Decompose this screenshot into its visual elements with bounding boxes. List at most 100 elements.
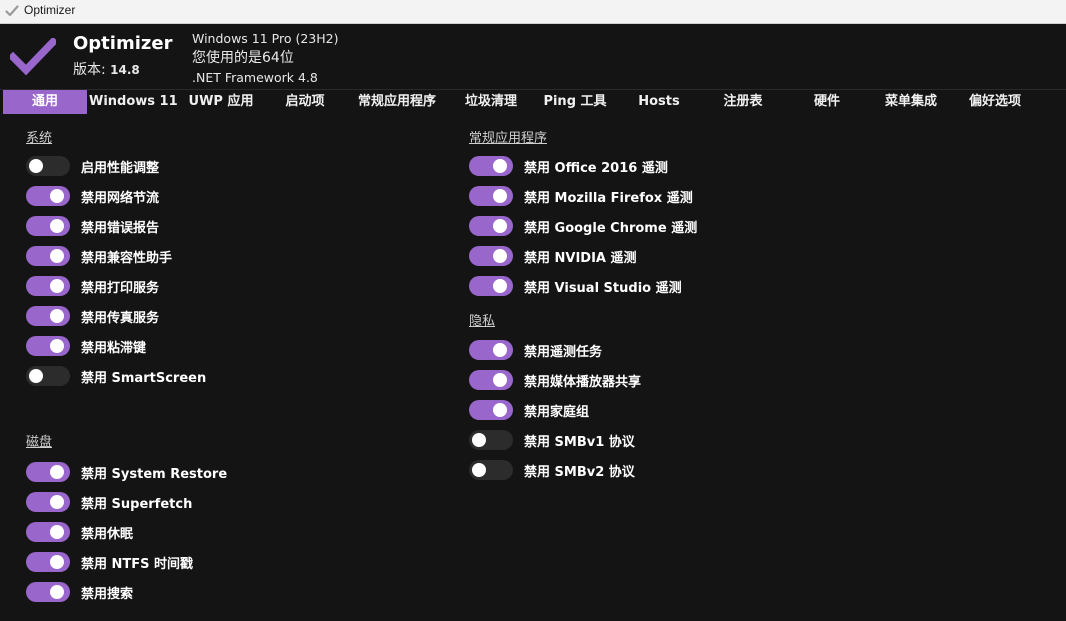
toggle-knob	[29, 369, 43, 383]
toggle-knob	[493, 219, 507, 233]
option-disable-media-player-sharing: 禁用媒体播放器共享	[469, 369, 641, 391]
section-title-disk: 磁盘	[26, 435, 53, 450]
option-disable-telemetry-tasks: 禁用遥测任务	[469, 339, 602, 361]
toggle-knob	[50, 465, 64, 479]
toggle-switch[interactable]	[26, 276, 70, 296]
option-enable-performance-tweaks: 启用性能调整	[26, 155, 159, 177]
app-name: Optimizer	[73, 33, 173, 54]
toggle-switch[interactable]	[26, 366, 70, 386]
option-label: 禁用 Google Chrome 遥测	[524, 220, 698, 236]
tab-cleaner[interactable]: 垃圾清理	[452, 90, 530, 114]
option-disable-smartscreen: 禁用 SmartScreen	[26, 365, 206, 387]
toggle-switch[interactable]	[469, 216, 513, 236]
toggle-switch[interactable]	[469, 276, 513, 296]
tab-startup[interactable]: 启动项	[266, 90, 344, 114]
section-title-system: 系统	[26, 131, 53, 146]
toggle-knob	[50, 555, 64, 569]
option-label: 禁用网络节流	[81, 190, 160, 206]
checkmark-app-icon	[5, 5, 19, 17]
option-label: 禁用媒体播放器共享	[524, 374, 642, 390]
option-label: 禁用错误报告	[81, 220, 160, 236]
option-disable-chrome-telemetry: 禁用 Google Chrome 遥测	[469, 215, 697, 237]
version-value: 14.8	[110, 63, 140, 77]
option-disable-nvidia-telemetry: 禁用 NVIDIA 遥测	[469, 245, 637, 267]
option-label: 禁用休眠	[81, 526, 134, 542]
option-label: 禁用 Visual Studio 遥测	[524, 280, 682, 296]
toggle-knob	[50, 219, 64, 233]
option-disable-office-telemetry: 禁用 Office 2016 遥测	[469, 155, 668, 177]
toggle-knob	[50, 279, 64, 293]
toggle-knob	[50, 339, 64, 353]
tab-uwp-apps[interactable]: UWP 应用	[177, 90, 265, 114]
toggle-knob	[29, 159, 43, 173]
toggle-switch[interactable]	[26, 216, 70, 236]
tab-menu-integration[interactable]: 菜单集成	[871, 90, 951, 114]
option-label: 禁用 Office 2016 遥测	[524, 160, 668, 176]
option-disable-smbv1: 禁用 SMBv1 协议	[469, 429, 635, 451]
tab-preferences[interactable]: 偏好选项	[956, 90, 1034, 114]
option-disable-sticky-keys: 禁用粘滞键	[26, 335, 146, 357]
option-label: 禁用粘滞键	[81, 340, 147, 356]
option-label: 禁用家庭组	[524, 404, 590, 420]
toggle-switch[interactable]	[469, 460, 513, 480]
toggle-knob	[472, 433, 486, 447]
toggle-knob	[493, 279, 507, 293]
tab-windows-11[interactable]: Windows 11	[89, 90, 178, 114]
checkmark-logo-icon	[10, 38, 56, 76]
toggle-switch[interactable]	[26, 306, 70, 326]
toggle-switch[interactable]	[469, 430, 513, 450]
option-label: 禁用兼容性助手	[81, 250, 173, 266]
tab-bar: 通用 Windows 11 UWP 应用 启动项 常规应用程序 垃圾清理 Pin…	[0, 89, 1066, 114]
toggle-switch[interactable]	[469, 156, 513, 176]
option-disable-homegroup: 禁用家庭组	[469, 399, 589, 421]
toggle-knob	[493, 343, 507, 357]
toggle-switch[interactable]	[469, 340, 513, 360]
toggle-switch[interactable]	[26, 492, 70, 512]
toggle-switch[interactable]	[469, 186, 513, 206]
option-disable-fax-service: 禁用传真服务	[26, 305, 159, 327]
toggle-switch[interactable]	[26, 552, 70, 572]
toggle-switch[interactable]	[26, 582, 70, 602]
option-disable-visual-studio-telemetry: 禁用 Visual Studio 遥测	[469, 275, 682, 297]
toggle-knob	[50, 495, 64, 509]
option-disable-hibernation: 禁用休眠	[26, 521, 133, 543]
option-label: 禁用 Superfetch	[81, 496, 193, 512]
option-label: 禁用传真服务	[81, 310, 160, 326]
toggle-knob	[472, 463, 486, 477]
toggle-switch[interactable]	[469, 400, 513, 420]
tab-general[interactable]: 通用	[3, 90, 87, 114]
toggle-switch[interactable]	[26, 462, 70, 482]
tab-common-apps[interactable]: 常规应用程序	[348, 90, 446, 114]
window-title-bar: Optimizer	[0, 0, 1066, 24]
option-disable-print-service: 禁用打印服务	[26, 275, 159, 297]
option-label: 禁用 SMBv2 协议	[524, 464, 635, 480]
toggle-knob	[493, 373, 507, 387]
toggle-switch[interactable]	[469, 370, 513, 390]
option-label: 禁用 NVIDIA 遥测	[524, 250, 637, 266]
toggle-switch[interactable]	[469, 246, 513, 266]
toggle-knob	[50, 525, 64, 539]
section-title-privacy: 隐私	[469, 314, 496, 329]
framework-info: .NET Framework 4.8	[192, 70, 318, 85]
option-label: 禁用打印服务	[81, 280, 160, 296]
window-title: Optimizer	[24, 3, 76, 17]
option-label: 禁用 SmartScreen	[81, 370, 207, 386]
toggle-knob	[50, 585, 64, 599]
tab-hardware[interactable]: 硬件	[790, 90, 864, 114]
toggle-knob	[50, 189, 64, 203]
tab-ping-tool[interactable]: Ping 工具	[535, 90, 615, 114]
option-label: 禁用 NTFS 时间戳	[81, 556, 194, 572]
toggle-switch[interactable]	[26, 336, 70, 356]
option-disable-system-restore: 禁用 System Restore	[26, 461, 227, 483]
toggle-switch[interactable]	[26, 246, 70, 266]
tab-registry[interactable]: 注册表	[703, 90, 783, 114]
app-version: 版本: 14.8	[73, 59, 140, 79]
toggle-switch[interactable]	[26, 186, 70, 206]
option-disable-compatibility-assistant: 禁用兼容性助手	[26, 245, 172, 267]
toggle-switch[interactable]	[26, 522, 70, 542]
option-disable-firefox-telemetry: 禁用 Mozilla Firefox 遥测	[469, 185, 693, 207]
option-disable-smbv2: 禁用 SMBv2 协议	[469, 459, 635, 481]
toggle-switch[interactable]	[26, 156, 70, 176]
section-title-common-apps: 常规应用程序	[469, 131, 548, 146]
tab-hosts[interactable]: Hosts	[622, 90, 696, 114]
